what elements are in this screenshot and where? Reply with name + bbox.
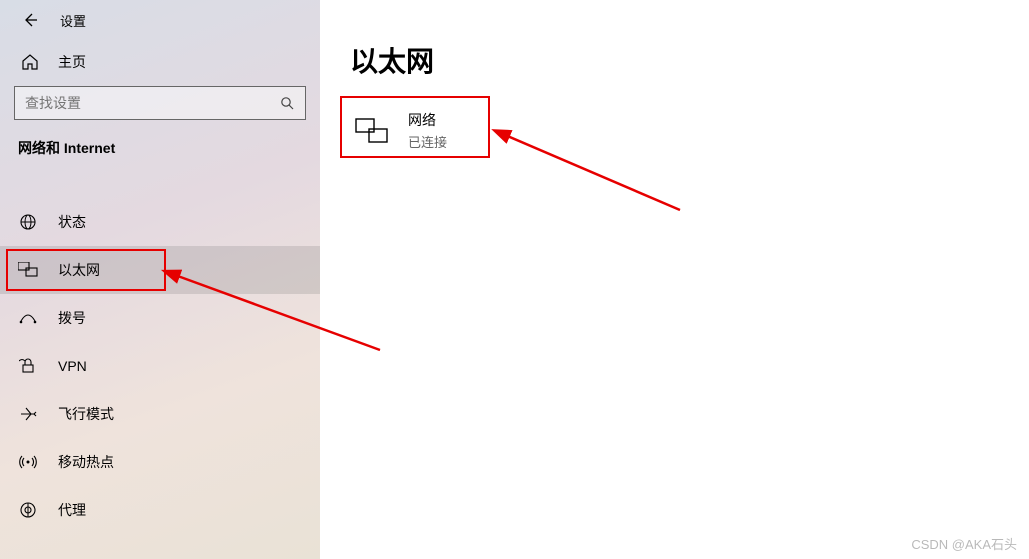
globe-icon: [18, 212, 38, 232]
sidebar: 设置 主页 网络和 Internet 状态 以太网: [0, 0, 320, 559]
search-box[interactable]: [14, 86, 306, 120]
network-status: 已连接: [408, 132, 447, 151]
sidebar-item-proxy[interactable]: 代理: [0, 486, 320, 534]
sidebar-item-ethernet[interactable]: 以太网: [0, 246, 320, 294]
sidebar-item-label: 飞行模式: [58, 404, 114, 424]
hotspot-icon: [18, 452, 38, 472]
sidebar-item-vpn[interactable]: VPN: [0, 342, 320, 390]
ethernet-large-icon: [354, 113, 390, 149]
sidebar-item-dialup[interactable]: 拨号: [0, 294, 320, 342]
home-link[interactable]: 主页: [0, 42, 320, 86]
search-input[interactable]: [25, 95, 279, 111]
network-item[interactable]: 网络 已连接: [350, 102, 451, 159]
sidebar-item-airplane[interactable]: 飞行模式: [0, 390, 320, 438]
back-button[interactable]: [20, 10, 40, 30]
sidebar-item-label: 以太网: [58, 260, 100, 280]
page-title: 以太网: [350, 40, 999, 80]
nav-list: 状态 以太网 拨号 VPN 飞行模式: [0, 170, 320, 534]
sidebar-item-label: 移动热点: [58, 452, 114, 472]
sidebar-item-label: 状态: [58, 212, 86, 232]
network-text: 网络 已连接: [408, 110, 447, 151]
network-name: 网络: [408, 110, 447, 130]
airplane-icon: [18, 404, 38, 424]
category-title: 网络和 Internet: [0, 138, 320, 170]
sidebar-item-hotspot[interactable]: 移动热点: [0, 438, 320, 486]
sidebar-header: 设置: [0, 0, 320, 42]
app-title: 设置: [60, 11, 86, 30]
search-icon: [279, 95, 295, 111]
home-label: 主页: [58, 52, 86, 72]
vpn-icon: [18, 356, 38, 376]
dialup-icon: [18, 308, 38, 328]
back-arrow-icon: [22, 12, 38, 28]
ethernet-icon: [18, 260, 38, 280]
watermark: CSDN @AKA石头: [911, 534, 1017, 553]
sidebar-item-label: 代理: [58, 500, 86, 520]
sidebar-item-status[interactable]: 状态: [0, 198, 320, 246]
proxy-icon: [18, 500, 38, 520]
home-icon: [20, 52, 40, 72]
sidebar-item-label: VPN: [58, 358, 87, 374]
main-content: 以太网 网络 已连接: [320, 0, 1029, 559]
sidebar-item-label: 拨号: [58, 308, 86, 328]
